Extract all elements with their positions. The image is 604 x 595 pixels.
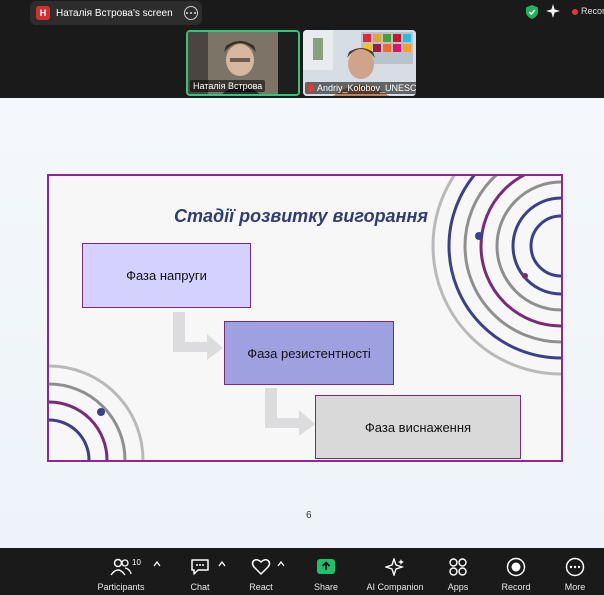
react-label: React (249, 582, 273, 592)
stage-box-resistance: Фаза резистентності (224, 321, 394, 385)
video-tile[interactable]: Andriy_Kolobov_UNESCO (303, 30, 416, 96)
chevron-up-icon[interactable] (218, 560, 226, 568)
more-label: More (564, 582, 586, 592)
react-button[interactable]: React (241, 548, 281, 595)
ai-companion-sparkle-icon (385, 558, 405, 576)
security-shield-icon[interactable] (526, 5, 538, 19)
share-button[interactable]: Share (306, 548, 346, 595)
participants-label: Participants (97, 582, 145, 592)
participant-name: Andriy_Kolobov_UNESCO (305, 82, 416, 94)
flow-arrow-icon (265, 388, 315, 436)
muted-mic-icon (308, 84, 314, 92)
more-button[interactable]: More (555, 548, 595, 595)
ai-sparkle-icon[interactable] (546, 4, 560, 18)
chevron-up-icon[interactable] (153, 560, 161, 568)
chat-label: Chat (190, 582, 210, 592)
shared-screen: Стадії розвитку вигорання Фаза напруги Ф… (0, 98, 604, 548)
presentation-slide: Стадії розвитку вигорання Фаза напруги Ф… (47, 174, 563, 462)
sharer-avatar-badge: H (36, 6, 50, 20)
record-button[interactable]: Record (496, 548, 536, 595)
screen-share-indicator[interactable]: H Наталія Встрова's screen (30, 1, 202, 25)
participants-button[interactable]: Participants (94, 548, 148, 595)
ai-companion-button[interactable]: AI Companion (362, 548, 428, 595)
apps-button[interactable]: Apps (438, 548, 478, 595)
stage-box-tension: Фаза напруги (82, 243, 251, 308)
slide-title: Стадії розвитку вигорання (174, 206, 428, 226)
screen-share-label: Наталія Встрова's screen (56, 7, 173, 19)
record-label: Record (501, 582, 531, 592)
apps-label: Apps (447, 582, 469, 592)
participants-icon (110, 558, 132, 576)
more-options-icon[interactable] (184, 6, 198, 20)
chat-icon (191, 559, 209, 575)
ai-companion-label: AI Companion (366, 582, 424, 592)
record-icon (506, 557, 526, 577)
recording-dot-icon (572, 9, 578, 15)
top-bar: H Наталія Встрова's screen Recording (0, 0, 604, 28)
slide-page-number: 6 (306, 510, 312, 521)
apps-icon (449, 558, 467, 576)
chevron-up-icon[interactable] (277, 560, 285, 568)
chat-button[interactable]: Chat (180, 548, 220, 595)
recording-label[interactable]: Recording (581, 6, 604, 16)
participants-count: 10 (132, 558, 141, 567)
share-screen-icon (317, 559, 335, 574)
more-icon (565, 557, 585, 577)
meeting-toolbar: Participants 10 Chat React Share AI Comp… (0, 548, 604, 595)
share-label: Share (313, 582, 339, 592)
flow-arrow-icon (173, 312, 223, 360)
heart-icon (251, 559, 271, 575)
participant-name: Наталія Встрова (190, 80, 266, 92)
video-tile-active-speaker[interactable]: Наталія Встрова (186, 30, 300, 96)
stage-box-exhaustion: Фаза виснаження (315, 395, 521, 459)
